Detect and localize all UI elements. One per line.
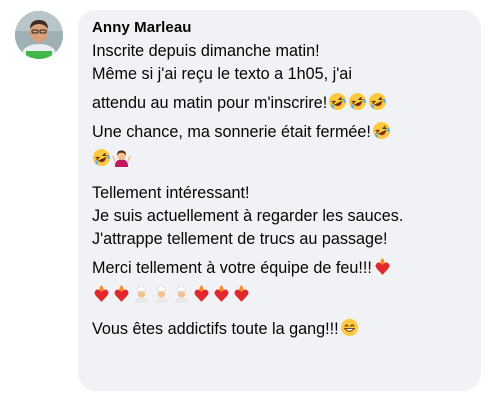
comment-line-with-emoji: Vous êtes addictifs toute la gang!!! xyxy=(92,318,467,341)
heart-on-fire-emoji xyxy=(212,284,231,303)
comment-line: attendu au matin pour m'inscrire! xyxy=(92,94,328,112)
cook-emoji xyxy=(132,284,151,303)
comment-line-with-emoji: Merci tellement à votre équipe de feu!!! xyxy=(92,257,467,280)
comment-line-with-emoji: attendu au matin pour m'inscrire! xyxy=(92,92,467,115)
comment-line: Inscrite depuis dimanche matin! xyxy=(92,42,320,60)
comment-line: Une chance, ma sonnerie était fermée! xyxy=(92,123,371,141)
comment-line: Même si j'ai reçu le texto a 1h05, j'ai xyxy=(92,65,352,83)
comment-line: Vous êtes addictifs toute la gang!!! xyxy=(92,320,339,338)
heart-on-fire-emoji xyxy=(232,284,251,303)
comment-line: Merci tellement à votre équipe de feu!!! xyxy=(92,259,372,277)
comment-text: Inscrite depuis dimanche matin! Même si … xyxy=(92,40,467,341)
comment-bubble: Anny Marleau Inscrite depuis dimanche ma… xyxy=(78,10,481,391)
rofl-emoji xyxy=(328,92,347,111)
heart-on-fire-emoji xyxy=(192,284,211,303)
woman-shrugging-emoji xyxy=(112,148,131,167)
rofl-emoji xyxy=(372,121,391,140)
comment-line: Tellement intéressant! xyxy=(92,184,250,202)
author-avatar[interactable] xyxy=(15,11,63,59)
emoji-row xyxy=(92,148,467,174)
rofl-emoji xyxy=(92,148,111,167)
rofl-emoji xyxy=(348,92,367,111)
heart-on-fire-emoji xyxy=(112,284,131,303)
comment-author-name[interactable]: Anny Marleau xyxy=(92,19,467,36)
cook-emoji xyxy=(152,284,171,303)
grinning-emoji xyxy=(340,318,359,337)
heart-on-fire-emoji xyxy=(373,257,392,276)
comment-line: Je suis actuellement à regarder les sauc… xyxy=(92,207,404,225)
cook-emoji xyxy=(172,284,191,303)
rofl-emoji xyxy=(368,92,387,111)
emoji-row xyxy=(92,284,467,310)
comment-line: J'attrappe tellement de trucs au passage… xyxy=(92,230,388,248)
comment-line-with-emoji: Une chance, ma sonnerie était fermée! xyxy=(92,121,467,144)
heart-on-fire-emoji xyxy=(92,284,111,303)
